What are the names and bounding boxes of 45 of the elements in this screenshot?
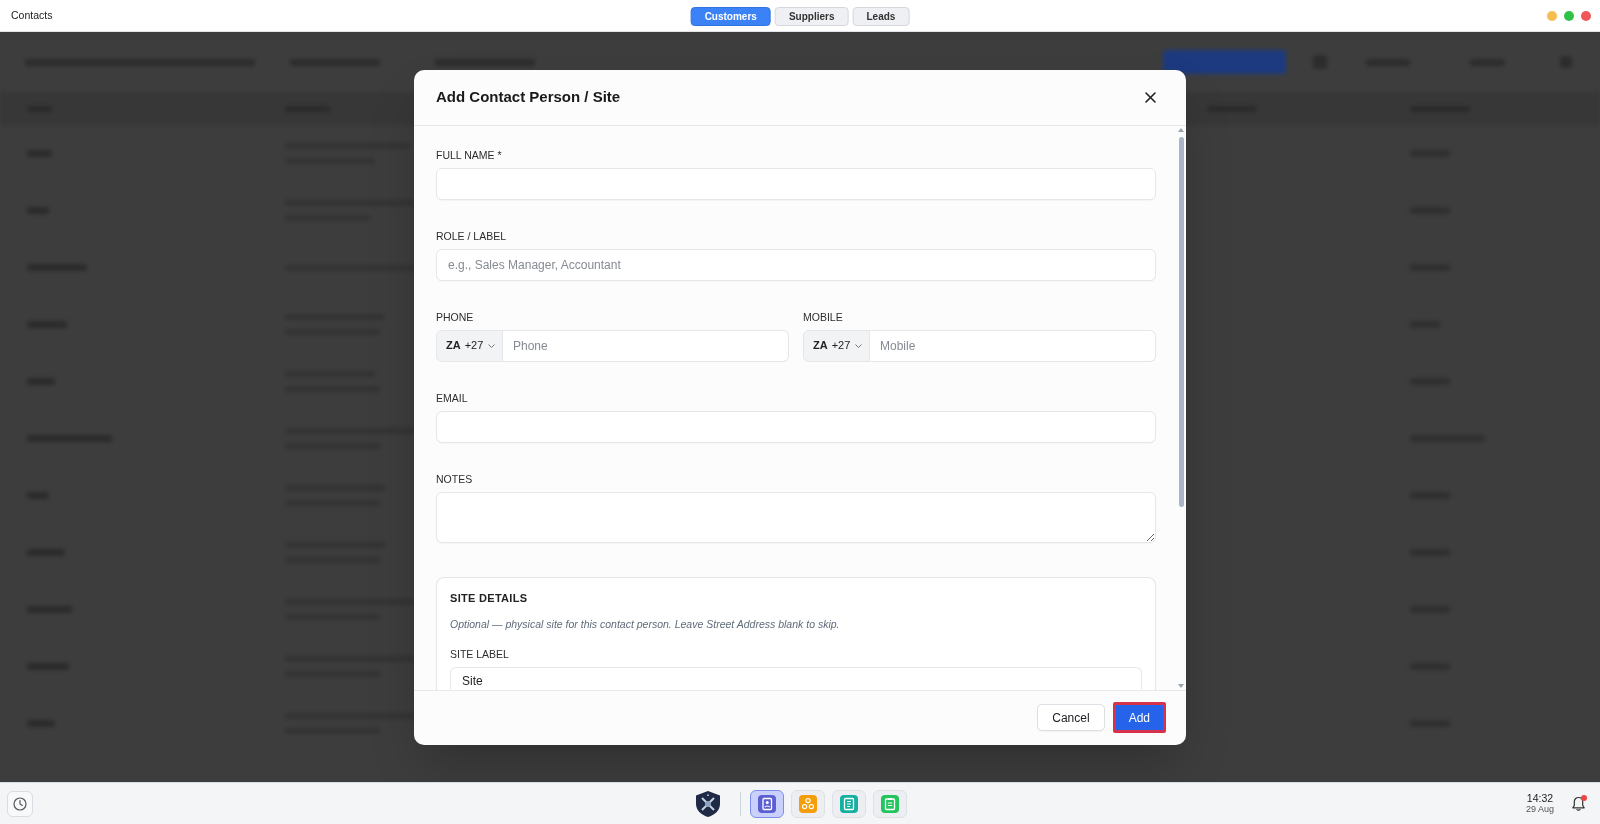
clock-button[interactable] xyxy=(7,790,33,817)
clock-date: 29 Aug xyxy=(1525,804,1554,815)
field-label: PHONE xyxy=(436,309,475,325)
window-maximize-button[interactable] xyxy=(1564,10,1574,21)
close-icon xyxy=(1144,91,1156,103)
document-icon xyxy=(839,794,858,813)
chevron-down-icon xyxy=(855,343,863,348)
scroll-down-icon[interactable] xyxy=(1178,683,1184,688)
scrollbar-thumb[interactable] xyxy=(1179,136,1184,507)
field-label: FULL NAME * xyxy=(436,147,503,163)
taskbar-app-button[interactable] xyxy=(749,789,784,818)
section-title: SITE DETAILS xyxy=(450,590,529,606)
field-label: EMAIL xyxy=(436,390,469,406)
phone-input[interactable]: Phone xyxy=(503,329,789,362)
clock-time: 14:32 xyxy=(1526,792,1554,804)
field-label: MOBILE xyxy=(803,309,844,325)
tab[interactable]: Leads xyxy=(852,7,910,26)
bell-icon xyxy=(1570,795,1586,812)
notes-textarea[interactable] xyxy=(436,491,1156,543)
text-input[interactable] xyxy=(436,167,1156,200)
tab[interactable]: Suppliers xyxy=(774,7,849,26)
nodes-icon xyxy=(798,794,817,813)
phone-input[interactable]: Mobile xyxy=(870,329,1156,362)
scroll-up-icon[interactable] xyxy=(1178,127,1184,132)
country-code-select[interactable]: ZA +27 xyxy=(803,329,870,362)
window-title: Contacts xyxy=(10,7,53,23)
clipboard-icon xyxy=(880,794,899,813)
field-label: SITE LABEL xyxy=(450,646,510,662)
add-button[interactable]: Add xyxy=(1112,702,1166,733)
section-note: Optional — physical site for this contact person. Leave Street Address blank to skip. xyxy=(450,616,841,632)
field-label: ROLE / LABEL xyxy=(436,228,508,244)
shield-logo-icon[interactable] xyxy=(693,789,722,818)
dialog-title: Add Contact Person / Site xyxy=(435,86,621,107)
text-input[interactable]: e.g., Sales Manager, Accountant xyxy=(436,248,1156,281)
text-input[interactable] xyxy=(436,410,1156,443)
tab[interactable]: Customers xyxy=(690,7,771,26)
text-input[interactable]: Site xyxy=(450,666,1142,689)
field-label: NOTES xyxy=(436,471,474,487)
cancel-button[interactable]: Cancel xyxy=(1037,704,1105,731)
window-close-button[interactable] xyxy=(1581,10,1591,21)
chevron-down-icon xyxy=(488,343,496,348)
window-minimize-button[interactable] xyxy=(1547,10,1557,21)
contact-book-icon xyxy=(757,794,776,813)
country-code-select[interactable]: ZA +27 xyxy=(436,329,503,362)
clock-icon xyxy=(13,796,27,811)
